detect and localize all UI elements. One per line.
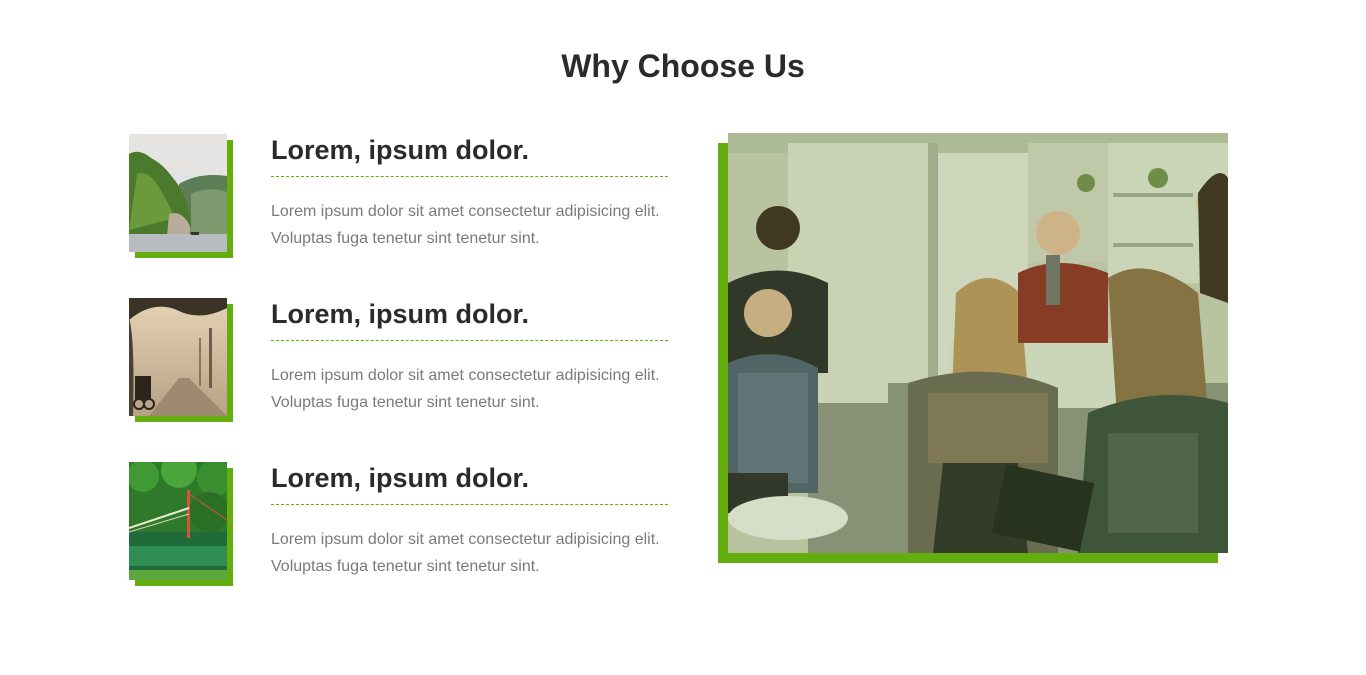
feature-thumbnail xyxy=(129,298,233,422)
feature-heading: Lorem, ipsum dolor. xyxy=(271,299,530,329)
feature-thumbnail xyxy=(129,134,233,258)
feature-item: Lorem, ipsum dolor. Lorem ipsum dolor si… xyxy=(129,134,669,264)
why-choose-us-section: Why Choose Us Lorem, ipsum dolor. Lorem … xyxy=(0,0,1366,675)
misty-road-image xyxy=(129,298,227,416)
suspension-bridge-image xyxy=(129,462,227,580)
dashed-divider xyxy=(271,340,668,341)
feature-description: Lorem ipsum dolor sit amet consectetur a… xyxy=(271,367,660,411)
feature-description: Lorem ipsum dolor sit amet consectetur a… xyxy=(271,203,660,247)
dashed-divider xyxy=(271,504,668,505)
feature-item: Lorem, ipsum dolor. Lorem ipsum dolor si… xyxy=(129,298,669,428)
feature-heading: Lorem, ipsum dolor. xyxy=(271,135,530,165)
feature-item: Lorem, ipsum dolor. Lorem ipsum dolor si… xyxy=(129,462,669,592)
feature-heading: Lorem, ipsum dolor. xyxy=(271,463,530,493)
team-photo-block xyxy=(718,133,1228,563)
dashed-divider xyxy=(271,176,668,177)
section-title: Why Choose Us xyxy=(561,48,805,84)
team-meeting-image xyxy=(728,133,1228,553)
coastal-cliff-image xyxy=(129,134,227,252)
feature-description: Lorem ipsum dolor sit amet consectetur a… xyxy=(271,531,660,575)
feature-thumbnail xyxy=(129,462,233,586)
